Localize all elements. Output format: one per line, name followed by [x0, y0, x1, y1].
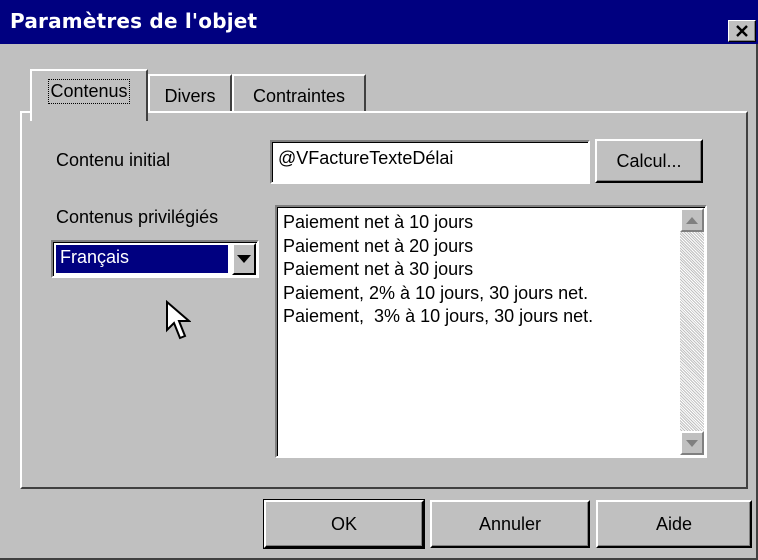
ok-button-label: OK — [330, 514, 357, 534]
tab-divers-label: Divers — [164, 86, 216, 106]
scroll-down-icon — [686, 439, 698, 447]
chevron-down-icon — [237, 255, 251, 263]
list-item[interactable]: Paiement, 2% à 10 jours, 30 jours net. — [283, 282, 593, 306]
language-select[interactable]: Français — [51, 240, 259, 278]
scroll-up-icon — [686, 216, 698, 224]
tab-panel-contenus: Contenu initial @VFactureTexteDélai Calc… — [20, 111, 748, 489]
mouse-pointer — [165, 299, 192, 347]
cancel-button-label: Annuler — [478, 514, 542, 534]
scroll-up-button[interactable] — [680, 208, 704, 232]
tab-contraintes[interactable]: Contraintes — [232, 74, 366, 116]
initial-content-value: @VFactureTexteDélai — [278, 148, 454, 168]
initial-content-input[interactable]: @VFactureTexteDélai — [270, 140, 590, 184]
help-button[interactable]: Aide — [596, 500, 752, 548]
mouse-pointer-icon — [166, 299, 192, 340]
list-item[interactable]: Paiement net à 20 jours — [283, 235, 593, 259]
cancel-button[interactable]: Annuler — [430, 500, 590, 548]
list-item[interactable]: Paiement net à 30 jours — [283, 258, 593, 282]
privileged-content-label: Contenus privilégiés — [56, 207, 219, 227]
initial-content-label: Contenu initial — [56, 150, 171, 170]
close-icon — [736, 25, 748, 37]
privileged-items: Paiement net à 10 jours Paiement net à 2… — [283, 211, 593, 329]
calc-button-label: Calcul... — [616, 151, 682, 171]
list-item[interactable]: Paiement net à 10 jours — [283, 211, 593, 235]
tab-contraintes-label: Contraintes — [252, 86, 346, 106]
close-button[interactable] — [728, 20, 756, 42]
list-item[interactable]: Paiement, 3% à 10 jours, 30 jours net. — [283, 305, 593, 329]
dialog-window: Paramètres de l'objet Contenus Divers Co… — [0, 0, 758, 560]
calc-button[interactable]: Calcul... — [595, 139, 703, 183]
ok-button[interactable]: OK — [263, 499, 425, 549]
tab-divers[interactable]: Divers — [148, 74, 232, 116]
title-bar[interactable]: Paramètres de l'objet — [0, 0, 758, 44]
language-selected-value: Français — [56, 245, 228, 273]
privileged-content-list[interactable]: Paiement net à 10 jours Paiement net à 2… — [275, 205, 707, 458]
scroll-down-button[interactable] — [680, 431, 704, 455]
tab-contenus[interactable]: Contenus — [30, 69, 148, 121]
language-dropdown-button[interactable] — [232, 243, 256, 275]
window-title: Paramètres de l'objet — [10, 9, 258, 33]
tab-contenus-label: Contenus — [48, 79, 130, 104]
help-button-label: Aide — [655, 514, 693, 534]
list-scrollbar[interactable] — [680, 208, 704, 455]
